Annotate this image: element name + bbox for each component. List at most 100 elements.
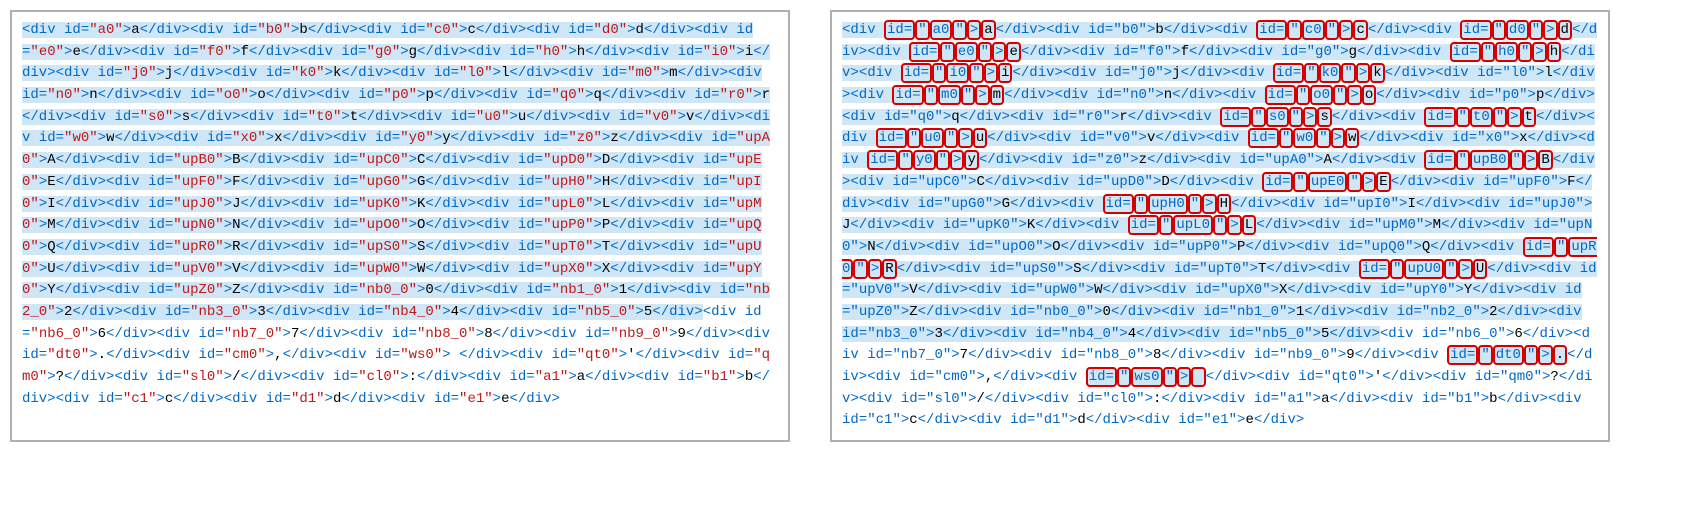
attr-id: id=: [518, 239, 543, 255]
code-div-entry: <div id="nb5_0">5</div>: [509, 304, 702, 320]
id-value: nb6_0: [1456, 326, 1498, 342]
tag-close: </div>: [459, 347, 509, 363]
tag-open: <div: [1136, 412, 1178, 428]
tag-open: <div: [661, 217, 703, 233]
quote: ": [358, 261, 366, 277]
tag-close: </div>: [1035, 217, 1085, 233]
quote: ": [1559, 217, 1567, 233]
attr-id: id=: [876, 128, 907, 148]
tag-open: <div: [291, 282, 333, 298]
attr-id: id=: [333, 239, 358, 255]
tag-close: </div>: [897, 261, 947, 277]
tag-close: </div>: [1376, 87, 1426, 103]
code-div-entry: <div id="cm0">,</div>: [867, 369, 1044, 385]
tag-close: </div>: [434, 87, 484, 103]
code-div-entry: <div id="qt0">'</div>: [509, 347, 686, 363]
quote: ": [1391, 196, 1399, 212]
text-node: b: [745, 369, 753, 385]
quote: ": [1086, 304, 1094, 320]
tag-open: <div: [106, 174, 148, 190]
tag-close: </div>: [1147, 152, 1197, 168]
text-node: J: [232, 196, 240, 212]
text-node: f: [241, 44, 249, 60]
tag-close-bracket: >: [593, 239, 601, 255]
quote: ": [81, 326, 89, 342]
id-value: qt0: [585, 347, 610, 363]
quote: ": [1117, 367, 1131, 387]
quote: ": [552, 87, 560, 103]
tag-close: </div>: [694, 109, 744, 125]
tag-close-bracket: >: [610, 282, 618, 298]
tag-close: </div>: [1082, 261, 1132, 277]
tag-close-bracket: >: [39, 282, 47, 298]
tag-open: <div: [224, 65, 266, 81]
tag-close-bracket: >: [1347, 85, 1361, 105]
attr-id: id=: [884, 109, 909, 125]
tag-close-bracket: >: [81, 87, 89, 103]
tag-open: <div: [316, 304, 358, 320]
text-node: 0: [425, 282, 433, 298]
quote: ": [1472, 391, 1480, 407]
tag-open: <div: [106, 217, 148, 233]
code-div-entry: <div id="w0">w</div>: [1206, 128, 1410, 148]
attr-id: id=: [1229, 326, 1254, 342]
comparison-page: <div id="a0">a</div><div id="b0">b</div>…: [0, 0, 1700, 452]
tag-close: </div>: [1304, 304, 1354, 320]
tag-close-bracket: >: [224, 282, 232, 298]
text-node: o: [1362, 85, 1376, 105]
code-div-entry: <div id="c0">c</div>: [358, 22, 526, 38]
tag-open: <div: [1256, 369, 1298, 385]
quote: ": [241, 304, 249, 320]
attr-id: id=: [1254, 391, 1279, 407]
text-node: s: [1317, 107, 1331, 127]
quote: ": [1307, 152, 1315, 168]
tag-open: <div: [636, 369, 678, 385]
tag-open: <div: [1382, 152, 1424, 168]
tag-close-bracket: >: [224, 196, 232, 212]
code-div-entry: <div id="upB0">B</div>: [106, 152, 291, 168]
quote: ": [1220, 282, 1228, 298]
quote: ": [173, 196, 181, 212]
tag-close-bracket: >: [951, 347, 959, 363]
quote: ": [1456, 107, 1470, 127]
code-div-entry: <div id="f0">f</div>: [131, 44, 299, 60]
quote: ": [568, 130, 576, 146]
code-div-entry: <div id="k0">k</div>: [1231, 63, 1435, 83]
code-div-entry: <div id="y0">y</div>: [333, 130, 501, 146]
code-div-entry: <div id="nb1_0">1</div>: [484, 282, 677, 298]
tag-close-bracket: >: [409, 196, 417, 212]
id-value: upK0: [976, 217, 1010, 233]
tag-close: </div>: [509, 391, 559, 407]
attr-id: id=: [1323, 196, 1348, 212]
tag-close: </div>: [56, 152, 106, 168]
tag-open: <div: [392, 391, 434, 407]
quote: ": [1136, 391, 1144, 407]
id-value: c1: [131, 391, 148, 407]
text-node: a: [577, 369, 585, 385]
attr-id: id=: [39, 130, 64, 146]
attr-id: id=: [341, 44, 366, 60]
id-value: v0: [1113, 130, 1130, 146]
tag-close: </div>: [190, 109, 240, 125]
text-node: N: [232, 217, 240, 233]
id-value: upG0: [367, 174, 401, 190]
code-div-entry: <div id="n0">n</div>: [1055, 87, 1223, 103]
text-node: 1: [1296, 304, 1304, 320]
tag-close-bracket: >: [1331, 128, 1345, 148]
tag-close: </div>: [1359, 130, 1409, 146]
tag-open: <div: [661, 152, 703, 168]
quote: ": [661, 326, 669, 342]
quote: ": [1014, 261, 1022, 277]
tag-open: <div: [859, 391, 901, 407]
tag-close-bracket: >: [493, 65, 501, 81]
text-node: N: [867, 239, 875, 255]
attr-id: id=: [1248, 128, 1279, 148]
id-value: w0: [1293, 128, 1316, 148]
code-div-entry: <div id="u0">u</div>: [409, 109, 577, 125]
code-div-entry: <div id="nb8_0">8</div>: [1019, 347, 1212, 363]
text-node: /: [232, 369, 240, 385]
tag-open: <div: [577, 109, 619, 125]
tag-close: </div>: [358, 109, 408, 125]
quote: ": [1262, 282, 1270, 298]
tag-open: <div: [1239, 44, 1281, 60]
